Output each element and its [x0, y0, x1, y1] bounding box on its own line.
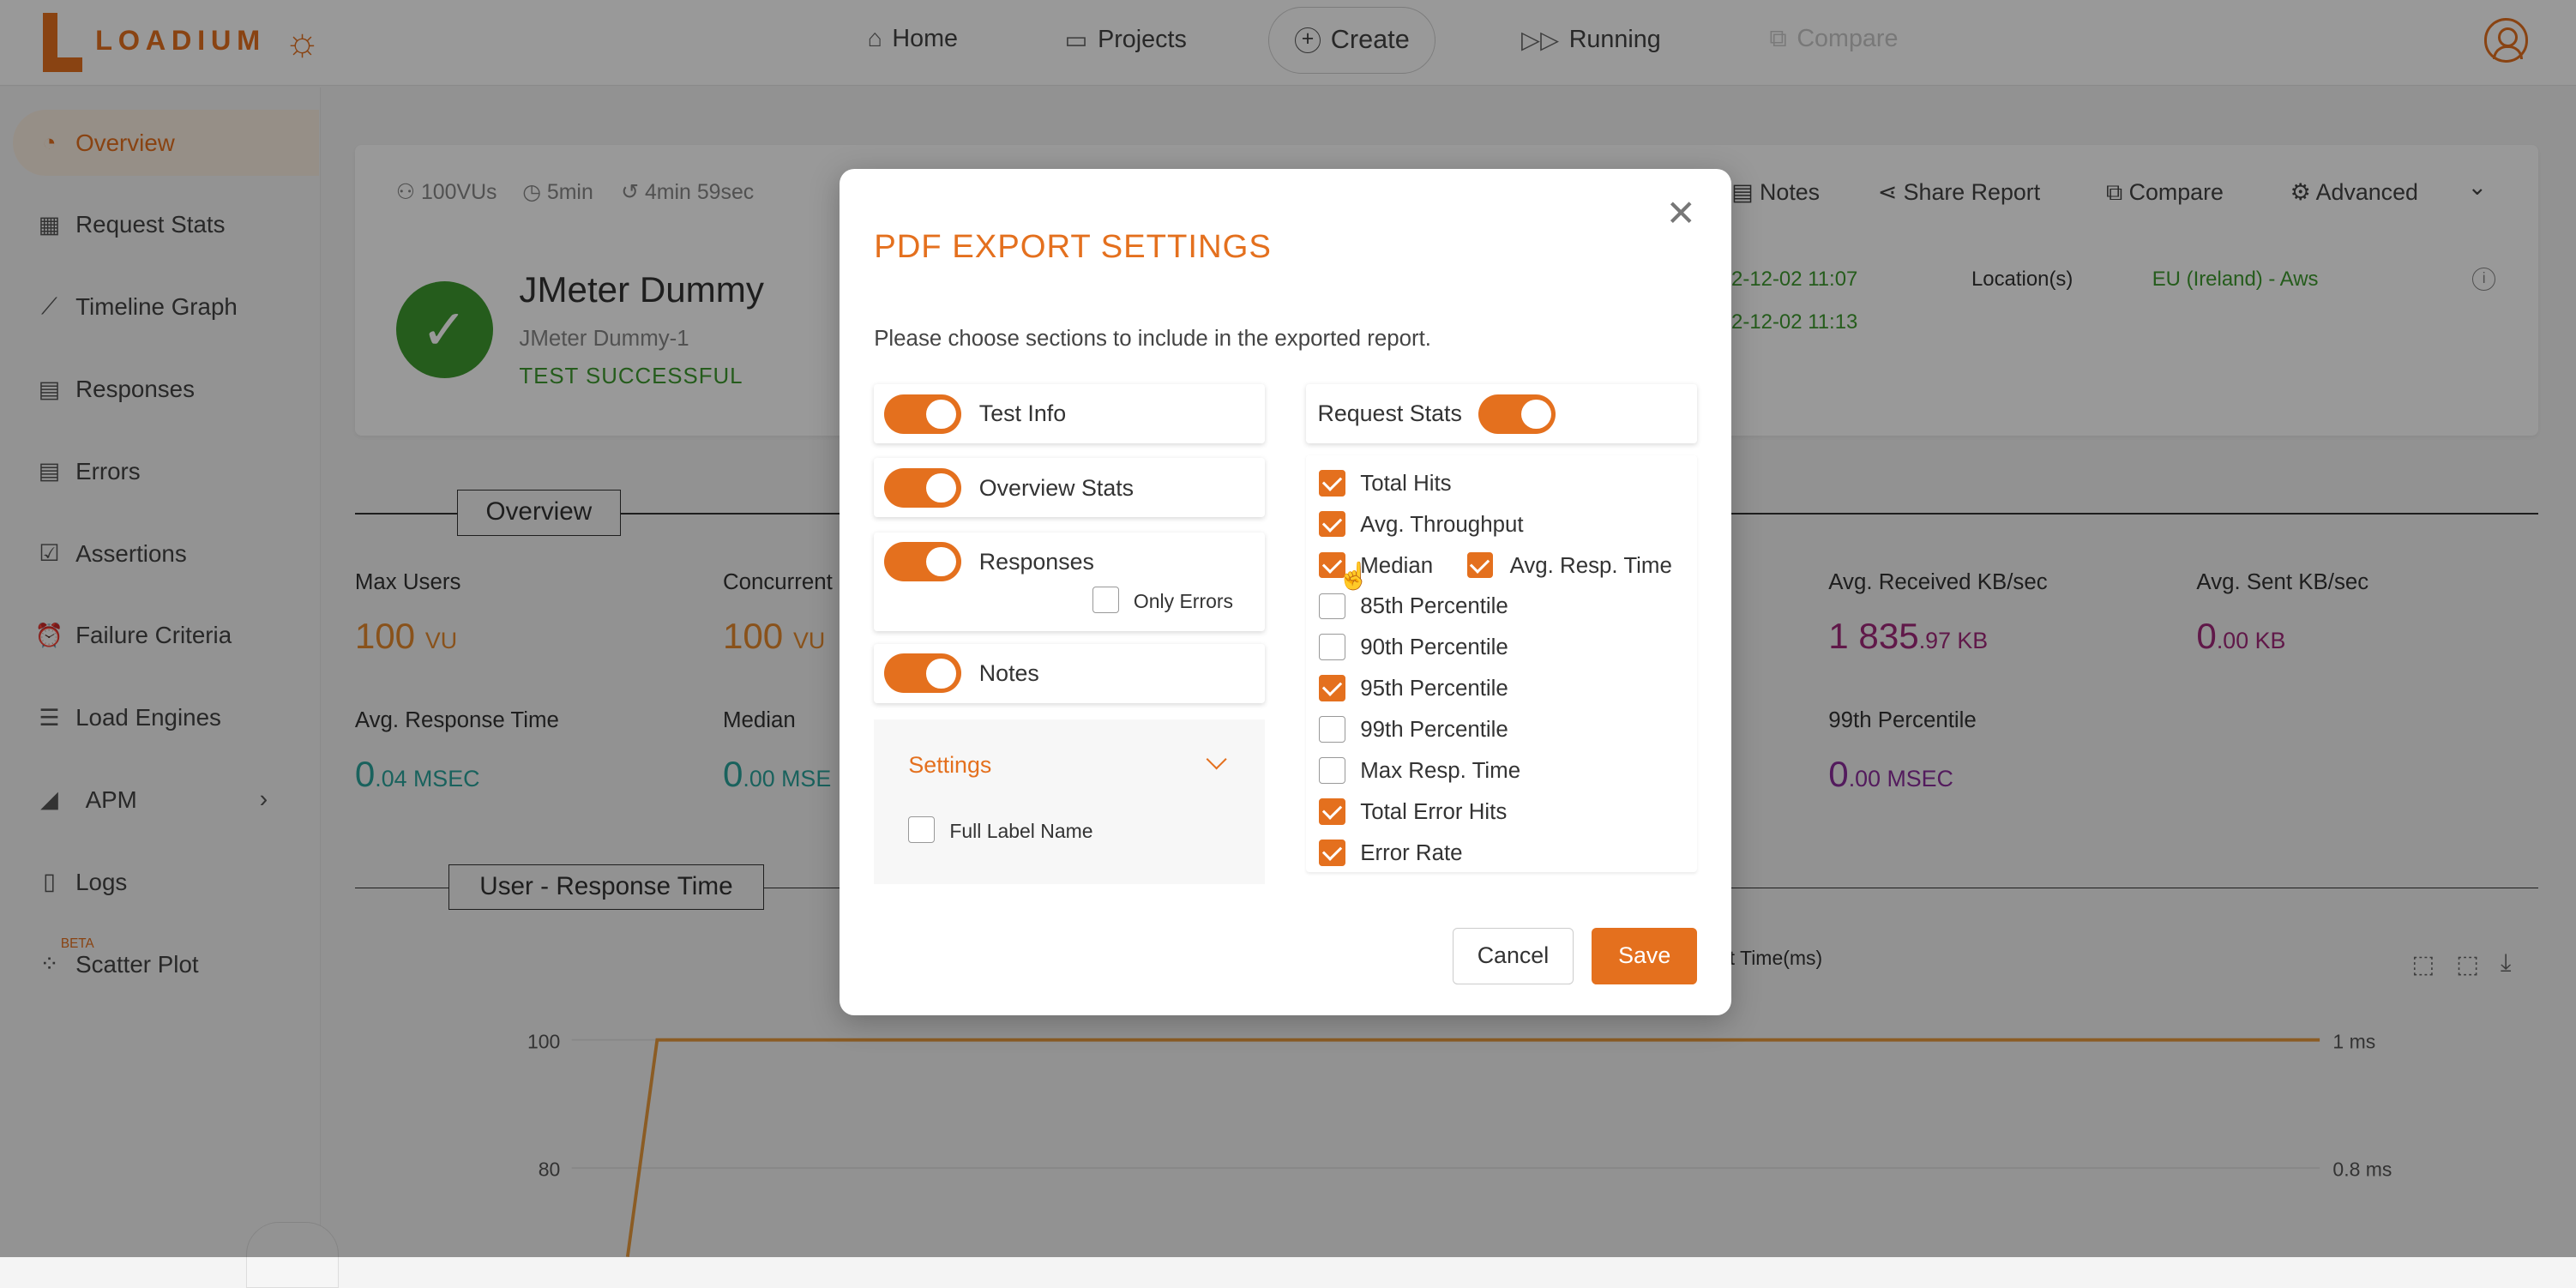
total-hits-label: Total Hits: [1360, 471, 1452, 496]
cancel-button[interactable]: Cancel: [1452, 928, 1574, 984]
only-errors-checkbox[interactable]: [1092, 586, 1119, 613]
chevron-down-icon[interactable]: [1206, 749, 1227, 771]
option-responses: Responses Only Errors: [874, 532, 1266, 631]
p85-label: 85th Percentile: [1360, 594, 1508, 619]
pdf-export-modal: PDF EXPORT SETTINGS ✕ Please choose sect…: [839, 169, 1732, 1015]
avg-throughput-label: Avg. Throughput: [1360, 512, 1524, 537]
test-info-toggle[interactable]: [883, 394, 961, 434]
median-option-label: Median: [1360, 553, 1434, 578]
p99-option-label: 99th Percentile: [1360, 718, 1508, 743]
p99-checkbox[interactable]: [1319, 716, 1345, 743]
request-stats-options: Total Hits Avg. Throughput Median Avg. R…: [1306, 454, 1697, 873]
max-resp-time-label: Max Resp. Time: [1360, 759, 1521, 784]
avg-resp-time-label: Avg. Resp. Time: [1509, 553, 1672, 578]
full-label-checkbox[interactable]: [908, 816, 936, 843]
option-overview-stats: Overview Stats: [874, 458, 1266, 518]
avg-throughput-checkbox[interactable]: [1319, 510, 1345, 538]
full-label-label: Full Label Name: [949, 819, 1093, 842]
only-errors-label: Only Errors: [1133, 589, 1234, 612]
responses-label: Responses: [978, 548, 1094, 575]
test-info-label: Test Info: [978, 400, 1067, 427]
total-error-hits-label: Total Error Hits: [1360, 799, 1508, 824]
p90-checkbox[interactable]: [1319, 634, 1345, 661]
avg-resp-time-checkbox[interactable]: [1466, 551, 1494, 579]
notes-option-label: Notes: [978, 660, 1039, 687]
option-request-stats: Request Stats: [1306, 384, 1697, 444]
overview-stats-label: Overview Stats: [978, 474, 1135, 501]
hand-cursor-icon: ☝: [1337, 562, 1370, 592]
modal-title: PDF EXPORT SETTINGS: [874, 228, 1272, 266]
responses-toggle[interactable]: [883, 542, 961, 582]
error-rate-label: Error Rate: [1360, 840, 1463, 865]
close-icon[interactable]: ✕: [1666, 195, 1696, 232]
modal-description: Please choose sections to include in the…: [874, 327, 1431, 352]
request-stats-toggle[interactable]: [1478, 394, 1556, 434]
overview-stats-toggle[interactable]: [883, 467, 961, 508]
notes-toggle[interactable]: [883, 653, 961, 694]
option-test-info: Test Info: [874, 384, 1266, 444]
p95-label: 95th Percentile: [1360, 677, 1508, 701]
request-stats-label: Request Stats: [1317, 400, 1462, 427]
max-resp-time-checkbox[interactable]: [1319, 757, 1345, 784]
total-error-hits-checkbox[interactable]: [1319, 798, 1345, 825]
p90-label: 90th Percentile: [1360, 635, 1508, 660]
settings-title[interactable]: Settings: [908, 752, 991, 779]
error-rate-checkbox[interactable]: [1319, 839, 1345, 866]
option-notes: Notes: [874, 643, 1266, 703]
total-hits-checkbox[interactable]: [1319, 469, 1345, 497]
save-button[interactable]: Save: [1592, 928, 1697, 984]
p85-checkbox[interactable]: [1319, 593, 1345, 620]
settings-panel: Settings Full Label Name: [874, 719, 1266, 884]
p95-checkbox[interactable]: [1319, 675, 1345, 701]
